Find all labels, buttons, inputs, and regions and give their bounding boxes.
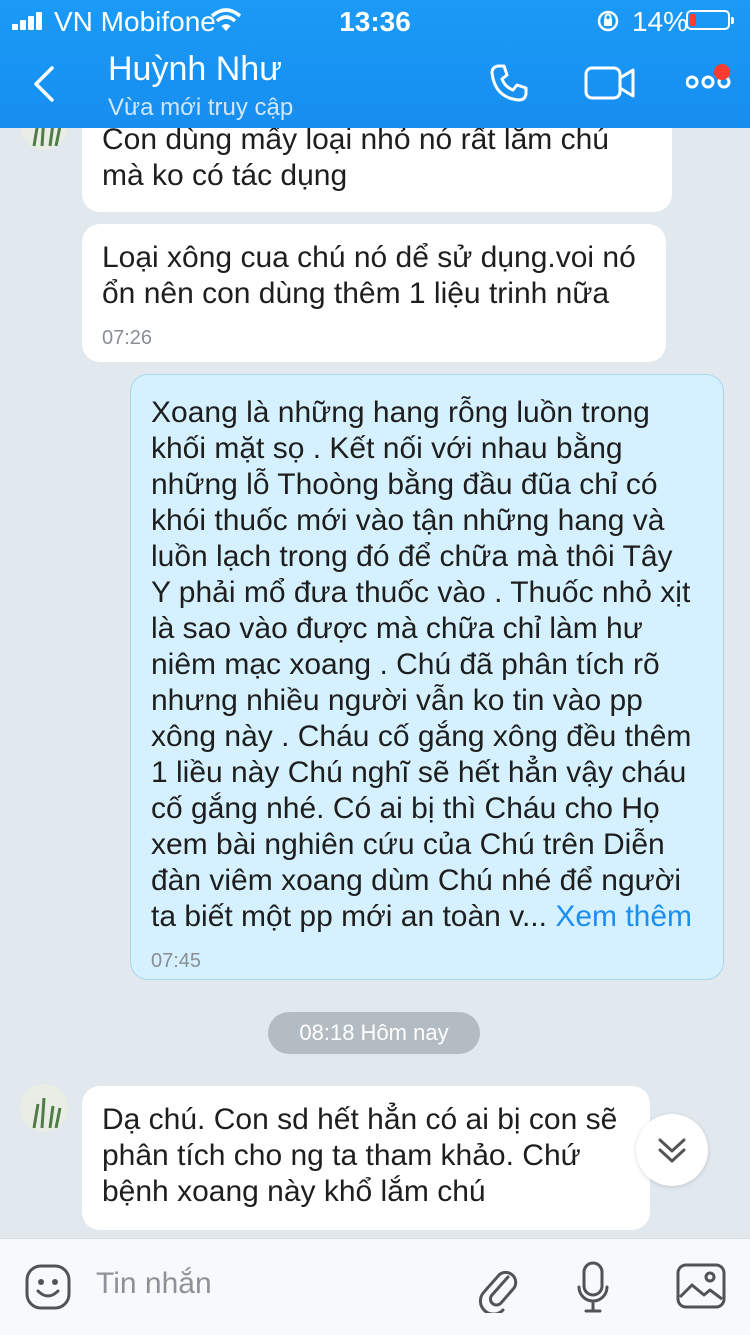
battery-percent: 14% [632, 6, 689, 37]
message-line: ta biết một pp mới an toàn v... Xem thêm [151, 899, 703, 935]
message-list[interactable]: Con dùng mấy loại nhỏ nó rất lăm chú mà … [0, 128, 750, 1238]
image-icon[interactable] [676, 1263, 726, 1309]
message-bubble[interactable]: Loại xông cua chú nó dể sử dụng.voi nó ổ… [82, 224, 666, 362]
message-bubble[interactable]: Con dùng mấy loại nhỏ nó rất lăm chú mà … [82, 128, 672, 212]
message-line: những lỗ Thoòng bằng đầu đũa chỉ có [151, 468, 658, 501]
message-line: niêm mạc xoang . Chú đã phân tích rõ [151, 648, 660, 681]
message-line: 1 liều này Chú nghĩ sẽ hết hẳn vậy cháu [151, 756, 687, 789]
microphone-icon[interactable] [576, 1261, 610, 1315]
scroll-to-bottom-button[interactable] [636, 1114, 708, 1186]
phone-icon[interactable] [488, 62, 530, 104]
message-composer: Tin nhắn [0, 1238, 750, 1335]
message-time: 07:45 [151, 950, 202, 972]
contact-name[interactable]: Huỳnh Như [108, 50, 282, 89]
message-line: Dạ chú. Con sd hết hẳn có ai bị con sẽ [102, 1103, 618, 1136]
message-line: đàn viêm xoang dùm Chú nhé để người [151, 864, 682, 897]
message-line: nhưng nhiều người vẫn ko tin vào pp [151, 684, 643, 717]
video-icon[interactable] [584, 62, 636, 104]
message-line: khối mặt sọ . Kết nối với nhau bằng [151, 432, 623, 465]
message-line: là sao vào được mà chữa chỉ làm hư [151, 612, 643, 645]
emoji-icon[interactable] [24, 1263, 72, 1311]
message-line: Loại xông cua chú nó dể sử dụng.voi nó [102, 241, 636, 274]
message-line: bệnh xoang này khổ lắm chú [102, 1175, 486, 1208]
message-line: Xoang là những hang rỗng luồn trong [151, 396, 650, 429]
status-bar: VN Mobifone 13:36 14% [0, 0, 750, 40]
message-input[interactable]: Tin nhắn [96, 1267, 212, 1301]
avatar[interactable] [20, 1084, 68, 1132]
message-truncated-text: ta biết một pp mới an toàn v... [151, 900, 547, 933]
chevron-left-icon[interactable] [28, 64, 60, 104]
chat-header: VN Mobifone 13:36 14% Huỳnh Như Vừa mới … [0, 0, 750, 128]
message-line: ổn nên con dùng thêm 1 liệu trinh nữa [102, 277, 610, 310]
message-line: luồn lạch trong đó để chữa mà thôi Tây [151, 540, 673, 573]
message-line: mà ko có tác dụng [102, 159, 348, 192]
message-time: 07:26 [102, 327, 153, 349]
see-more-link[interactable]: Xem thêm [555, 900, 692, 933]
double-chevron-down-icon [658, 1138, 686, 1163]
more-icon[interactable] [686, 62, 736, 98]
paperclip-icon[interactable] [478, 1261, 518, 1313]
message-line: phân tích cho ng ta tham khảo. Chứ [102, 1139, 581, 1172]
message-line: cố gắng nhé. Có ai bị thì Cháu cho Họ [151, 792, 660, 825]
rotation-lock-icon [597, 10, 619, 32]
message-line: khói thuốc mới vào tận những hang và [151, 504, 665, 537]
date-separator: 08:18 Hôm nay [268, 1012, 480, 1054]
message-line: xem bài nghiên cứu của Chú trên Diễn [151, 828, 665, 861]
message-line: Y phải mổ đưa thuốc vào . Thuốc nhỏ xịt [151, 576, 691, 609]
battery-icon [686, 10, 734, 30]
avatar[interactable] [20, 128, 68, 150]
message-bubble[interactable]: Dạ chú. Con sd hết hẳn có ai bị con sẽ p… [82, 1086, 650, 1230]
message-line: Con dùng mấy loại nhỏ nó rất lăm chú [102, 128, 609, 156]
presence-status: Vừa mới truy cập [108, 94, 294, 121]
my-message-bubble[interactable]: Xoang là những hang rỗng luồn trong khối… [130, 374, 724, 980]
message-line: xông này . Cháu cố gắng xông đều thêm [151, 720, 692, 753]
